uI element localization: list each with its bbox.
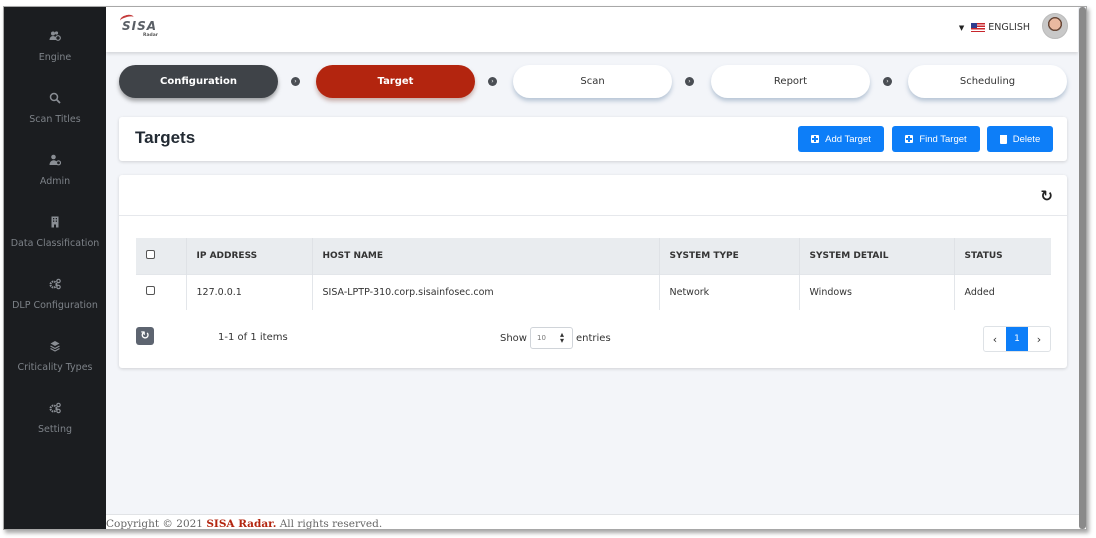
next-page-button[interactable]: ›: [1028, 327, 1050, 351]
us-flag-icon: [971, 23, 986, 32]
topbar: SISA Radar ▼ ENGLISH: [106, 7, 1078, 52]
prev-page-button[interactable]: ‹: [984, 327, 1006, 351]
step-label: Target: [377, 76, 414, 87]
chevron-right-icon: ›: [1036, 332, 1042, 346]
copyright-prefix: Copyright © 2021: [106, 518, 207, 529]
find-target-button[interactable]: Find Target: [892, 126, 980, 152]
table-footer: ↻ 1-1 of 1 items Show 10 ▴ ▾ entries ‹ 1 …: [136, 325, 1051, 355]
refresh-icon: ↻: [140, 329, 150, 342]
table-row[interactable]: 127.0.0.1 SISA-LPTP-310.corp.sisainfosec…: [136, 273, 1051, 310]
column-header[interactable]: IP ADDRESS: [186, 238, 313, 274]
search-icon: [4, 89, 106, 104]
page-header-card: Targets Add Target Find Target Delete: [119, 117, 1067, 161]
chevron-right-circle-icon: ›: [883, 77, 892, 86]
logo[interactable]: SISA Radar: [118, 13, 178, 41]
layers-icon: [4, 337, 106, 352]
page-size-control: Show 10 ▴ ▾ entries: [500, 327, 611, 349]
step-scheduling[interactable]: Scheduling: [908, 65, 1067, 98]
column-header[interactable]: HOST NAME: [312, 238, 660, 274]
column-header[interactable]: SYSTEM DETAIL: [799, 238, 955, 274]
sidebar-item-criticality-types[interactable]: Criticality Types: [4, 337, 106, 374]
building-icon: [4, 213, 106, 228]
items-count: 1-1 of 1 items: [218, 332, 288, 343]
app-window: Engine Scan Titles Admin Data Classifica…: [3, 6, 1087, 530]
step-scan[interactable]: Scan: [513, 65, 672, 98]
plus-square-icon: [905, 135, 914, 143]
language-selector[interactable]: ▼ ENGLISH: [959, 22, 1030, 33]
sidebar-item-label: Data Classification: [10, 238, 100, 249]
step-target[interactable]: Target: [316, 65, 475, 98]
sidebar-item-label: Criticality Types: [17, 362, 93, 373]
sidebar-item-label: DLP Configuration: [12, 300, 98, 311]
trash-icon: [999, 134, 1007, 144]
page-size-select[interactable]: 10 ▴ ▾: [529, 327, 573, 349]
host-name-cell: SISA-LPTP-310.corp.sisainfosec.com: [312, 273, 660, 310]
user-avatar[interactable]: [1042, 13, 1068, 39]
table-toolbar: ↻: [119, 175, 1067, 216]
sidebar-item-label: Engine: [38, 52, 72, 63]
refresh-icon[interactable]: ↻: [1040, 187, 1053, 205]
chevron-left-icon: ‹: [992, 332, 998, 346]
step-label: Configuration: [160, 76, 237, 87]
logo-text: SISA: [122, 19, 158, 33]
column-header[interactable]: SYSTEM TYPE: [659, 238, 800, 274]
chevron-right-circle-icon: ›: [291, 77, 300, 86]
select-all-cell: [136, 238, 187, 274]
targets-table-card: ↻ IP ADDRESS HOST NAME SYSTEM TYPE SYSTE…: [119, 175, 1067, 368]
sidebar-item-setting[interactable]: Setting: [4, 399, 106, 436]
sidebar-item-dlp-configuration[interactable]: DLP Configuration: [4, 275, 106, 312]
sidebar: Engine Scan Titles Admin Data Classifica…: [4, 7, 106, 529]
copyright-suffix: All rights reserved.: [276, 518, 383, 529]
cogs-icon: [4, 275, 106, 290]
page-title: Targets: [135, 128, 196, 147]
row-select-cell: [136, 273, 187, 310]
sort-arrows-icon: ▴ ▾: [559, 330, 564, 345]
add-target-button[interactable]: Add Target: [798, 126, 884, 152]
refresh-button[interactable]: ↻: [136, 327, 154, 345]
step-label: Scan: [580, 76, 605, 87]
sidebar-item-label: Setting: [37, 424, 72, 435]
page-button-current[interactable]: 1: [1006, 327, 1028, 351]
status-cell: Added: [954, 273, 1051, 310]
caret-down-icon: ▼: [958, 23, 965, 32]
language-label: ENGLISH: [988, 22, 1030, 33]
button-label: Delete: [1012, 133, 1041, 145]
button-label: Add Target: [825, 133, 871, 145]
logo-subtext: Radar: [143, 33, 158, 38]
system-type-cell: Network: [659, 273, 800, 310]
sidebar-item-label: Admin: [39, 176, 71, 187]
user-cog-icon: [4, 151, 106, 166]
copyright-brand-link[interactable]: SISA Radar.: [206, 518, 276, 529]
copyright-footer: Copyright © 2021 SISA Radar. All rights …: [106, 514, 1086, 529]
column-header[interactable]: STATUS: [954, 238, 1051, 274]
step-label: Scheduling: [959, 76, 1016, 87]
sidebar-item-scan-titles[interactable]: Scan Titles: [4, 89, 106, 126]
targets-table: IP ADDRESS HOST NAME SYSTEM TYPE SYSTEM …: [136, 238, 1051, 310]
delete-button[interactable]: Delete: [987, 126, 1053, 152]
workflow-stepper: Configuration › Target › Scan › Report ›…: [119, 65, 1069, 99]
page-size-value: 10: [536, 334, 546, 342]
select-all-checkbox[interactable]: [146, 249, 155, 259]
button-label: Find Target: [919, 133, 967, 145]
ip-address-cell: 127.0.0.1: [186, 273, 313, 310]
table-header-row: IP ADDRESS HOST NAME SYSTEM TYPE SYSTEM …: [136, 238, 1051, 274]
chevron-right-circle-icon: ›: [685, 77, 694, 86]
step-report[interactable]: Report: [711, 65, 870, 98]
entries-label: entries: [575, 332, 611, 344]
step-configuration[interactable]: Configuration: [119, 65, 278, 98]
show-label: Show: [500, 332, 527, 344]
step-label: Report: [773, 76, 808, 87]
users-cog-icon: [4, 27, 106, 41]
pagination: ‹ 1 ›: [983, 326, 1051, 352]
sidebar-item-data-classification[interactable]: Data Classification: [4, 213, 106, 250]
cogs-icon: [4, 399, 106, 414]
plus-square-icon: [811, 135, 820, 143]
sidebar-item-admin[interactable]: Admin: [4, 151, 106, 188]
row-checkbox[interactable]: [146, 286, 155, 296]
vertical-scrollbar[interactable]: [1079, 7, 1086, 529]
system-detail-cell: Windows: [799, 273, 955, 310]
sidebar-item-engine[interactable]: Engine: [4, 27, 106, 64]
chevron-right-circle-icon: ›: [488, 77, 497, 86]
sidebar-item-label: Scan Titles: [29, 114, 81, 125]
